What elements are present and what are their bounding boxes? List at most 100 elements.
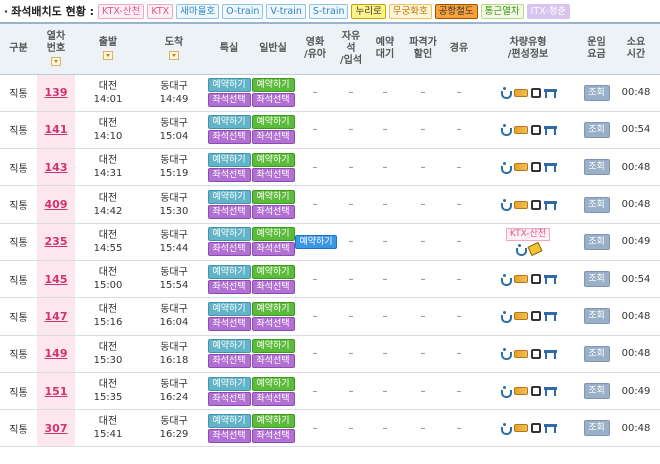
general-reserve-button[interactable]: 예약하기 — [251, 301, 295, 316]
cell-vehicle-type — [475, 260, 581, 299]
cell-first-class: 예약하기 좌석선택 — [207, 297, 251, 336]
fare-view-button[interactable]: 조회 — [583, 84, 610, 101]
general-reserve-button[interactable]: 예약하기 — [251, 413, 295, 428]
general-reserve-button[interactable]: 예약하기 — [251, 227, 295, 242]
arrive-time: 15:19 — [159, 168, 189, 180]
train-no-link[interactable]: 147 — [45, 310, 68, 323]
train-no-link[interactable]: 409 — [45, 198, 68, 211]
fare-view-button[interactable]: 조회 — [583, 383, 610, 400]
general-reserve-button[interactable]: 예약하기 — [251, 152, 295, 167]
table-row: 직통 149 대전 15:30 동대구 16:18 예약하기 좌석선택 예약하기 좌석선… — [0, 335, 660, 373]
cell-depart: 대전 15:00 — [75, 260, 141, 299]
fare-view-button[interactable]: 조회 — [583, 420, 610, 437]
fare-view-button[interactable]: 조회 — [583, 271, 610, 288]
train-no-link[interactable]: 307 — [45, 422, 68, 435]
general-seat-button[interactable]: 좌석선택 — [251, 167, 295, 182]
cell-duration: 00:48 — [612, 335, 660, 373]
train-no-link[interactable]: 151 — [45, 385, 68, 398]
train-no-link[interactable]: 145 — [45, 273, 68, 286]
header-category: 구분 — [0, 22, 37, 75]
fare-view-button[interactable]: 조회 — [583, 233, 610, 250]
first-class-reserve-button[interactable]: 예약하기 — [207, 376, 251, 391]
first-class-reserve-button[interactable]: 예약하기 — [207, 227, 251, 242]
first-class-reserve-button[interactable]: 예약하기 — [207, 264, 251, 279]
fare-view-button[interactable]: 조회 — [583, 308, 610, 325]
train-no-link[interactable]: 235 — [45, 235, 68, 248]
fare-view-button[interactable]: 조회 — [583, 121, 610, 138]
first-class-seat-button[interactable]: 좌석선택 — [207, 279, 251, 294]
cell-waitlist: – — [367, 185, 403, 224]
general-seat-button[interactable]: 좌석선택 — [251, 391, 295, 406]
cell-first-class: 예약하기 좌석선택 — [207, 260, 251, 299]
header-discount: 파격가 할인 — [403, 22, 443, 75]
general-seat-button[interactable]: 좌석선택 — [251, 354, 295, 369]
first-class-seat-button[interactable]: 좌석선택 — [207, 428, 251, 443]
bicycle-icon — [513, 387, 528, 396]
train-no-link[interactable]: 149 — [45, 347, 68, 360]
depart-station: 대전 — [98, 341, 118, 353]
general-reserve-button[interactable]: 예약하기 — [251, 376, 295, 391]
infant-reserve-button[interactable]: 예약하기 — [295, 234, 337, 249]
general-seat-button[interactable]: 좌석선택 — [251, 316, 295, 331]
header-depart[interactable]: 출발 — [75, 22, 141, 75]
first-class-seat-button[interactable]: 좌석선택 — [207, 93, 251, 108]
first-class-seat-button[interactable]: 좌석선택 — [207, 316, 251, 331]
wheelchair-icon — [500, 199, 512, 212]
phone-icon — [530, 348, 541, 359]
first-class-reserve-button[interactable]: 예약하기 — [207, 115, 251, 130]
general-seat-button[interactable]: 좌석선택 — [251, 428, 295, 443]
cell-free-seat: – — [335, 260, 367, 299]
first-class-seat-button[interactable]: 좌석선택 — [207, 205, 251, 220]
first-class-seat-button[interactable]: 좌석선택 — [207, 354, 251, 369]
first-class-reserve-button[interactable]: 예약하기 — [207, 339, 251, 354]
general-reserve-button[interactable]: 예약하기 — [251, 115, 295, 130]
table-row: 직통 151 대전 15:35 동대구 16:24 예약하기 좌석선택 예약하기 좌석선… — [0, 372, 660, 411]
general-reserve-button[interactable]: 예약하기 — [251, 339, 295, 354]
first-class-seat-button[interactable]: 좌석선택 — [207, 167, 251, 182]
train-no-link[interactable]: 141 — [45, 123, 68, 136]
cell-via: – — [443, 148, 475, 187]
arrive-station: 동대구 — [160, 117, 188, 129]
cell-general: 예약하기 좌석선택 — [251, 409, 295, 448]
train-no-link[interactable]: 143 — [45, 161, 68, 174]
sort-depart-icon[interactable] — [103, 51, 113, 61]
infant-unavailable: – — [312, 124, 318, 136]
cell-free-seat: – — [335, 74, 367, 112]
header-train-no[interactable]: 열차 번호 — [37, 22, 75, 75]
first-class-reserve-button[interactable]: 예약하기 — [207, 301, 251, 316]
header-general: 일반실 — [251, 22, 295, 75]
cell-vehicle-type — [475, 74, 581, 112]
sort-train-no-icon[interactable] — [51, 57, 61, 67]
first-class-seat-button[interactable]: 좌석선택 — [207, 130, 251, 145]
general-seat-button[interactable]: 좌석선택 — [251, 93, 295, 108]
first-class-seat-button[interactable]: 좌석선택 — [207, 391, 251, 406]
general-seat-button[interactable]: 좌석선택 — [251, 130, 295, 145]
fare-view-button[interactable]: 조회 — [583, 159, 610, 176]
infant-unavailable: – — [312, 199, 318, 211]
sort-arrive-icon[interactable] — [169, 51, 179, 61]
general-reserve-button[interactable]: 예약하기 — [251, 190, 295, 205]
desk-icon — [543, 200, 557, 210]
cell-fare: 조회 — [581, 74, 612, 112]
cell-general: 예약하기 좌석선택 — [251, 185, 295, 224]
train-no-link[interactable]: 139 — [45, 86, 68, 99]
cell-duration: 00:48 — [612, 409, 660, 448]
cell-general: 예약하기 좌석선택 — [251, 74, 295, 112]
first-class-reserve-button[interactable]: 예약하기 — [207, 413, 251, 428]
cell-category: 직통 — [0, 74, 37, 112]
general-reserve-button[interactable]: 예약하기 — [251, 78, 295, 93]
first-class-reserve-button[interactable]: 예약하기 — [207, 190, 251, 205]
general-seat-button[interactable]: 좌석선택 — [251, 279, 295, 294]
arrive-time: 16:18 — [159, 354, 189, 366]
fare-view-button[interactable]: 조회 — [583, 345, 610, 362]
phone-icon — [530, 311, 541, 322]
general-seat-button[interactable]: 좌석선택 — [251, 205, 295, 220]
fare-view-button[interactable]: 조회 — [583, 196, 610, 213]
first-class-reserve-button[interactable]: 예약하기 — [207, 78, 251, 93]
header-arrive[interactable]: 도착 — [141, 22, 207, 75]
general-seat-button[interactable]: 좌석선택 — [251, 242, 295, 257]
first-class-reserve-button[interactable]: 예약하기 — [207, 152, 251, 167]
cell-duration: 00:49 — [612, 223, 660, 261]
general-reserve-button[interactable]: 예약하기 — [251, 264, 295, 279]
first-class-seat-button[interactable]: 좌석선택 — [207, 242, 251, 257]
